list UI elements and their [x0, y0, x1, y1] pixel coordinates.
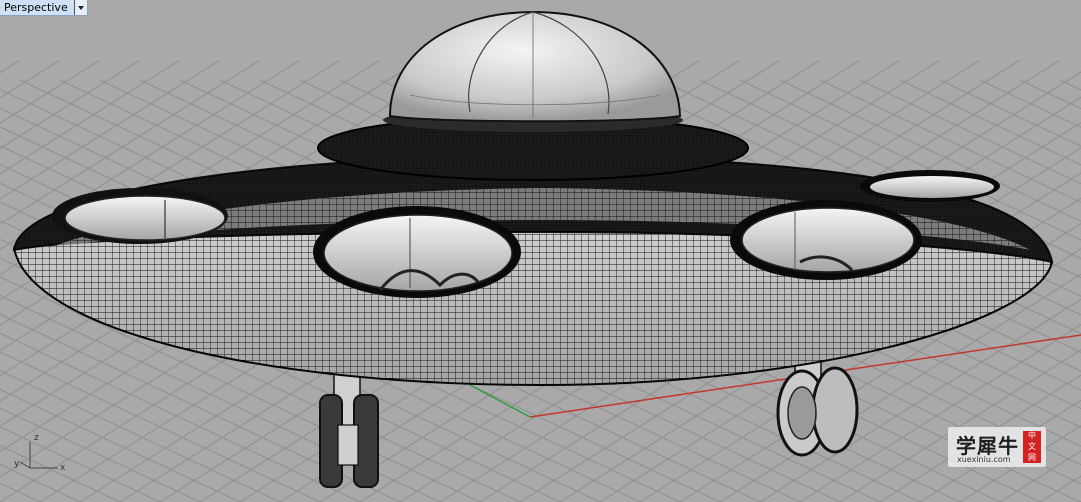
axis-z-label: z — [34, 433, 39, 443]
axis-widget: z y x — [14, 433, 66, 473]
intake-hole-right[interactable] — [730, 200, 922, 280]
ufo-model[interactable] — [12, 10, 1054, 387]
cockpit-dome[interactable] — [388, 10, 682, 123]
perspective-viewport[interactable]: z y x Perspective 学犀牛 xuexiniu.com 中 文 网 — [0, 0, 1081, 502]
intake-hole-left[interactable] — [52, 188, 228, 244]
watermark-logo: 学犀牛 xuexiniu.com 中 文 网 — [948, 427, 1046, 467]
seal-char: 中 — [1028, 431, 1036, 441]
viewport-menu-chevron-down-icon[interactable] — [73, 0, 87, 15]
watermark-seal: 中 文 网 — [1023, 431, 1041, 463]
grid-line — [0, 59, 21, 74]
axis-x-label: x — [60, 463, 66, 473]
viewport-title[interactable]: Perspective — [0, 0, 74, 15]
intake-hole-center[interactable] — [313, 206, 521, 298]
seal-char: 网 — [1028, 452, 1036, 462]
intake-hole-far-right[interactable] — [860, 170, 1000, 202]
scene-canvas[interactable]: z y x — [0, 0, 1081, 502]
axis-y-label: y — [14, 459, 20, 469]
landing-gear-left[interactable] — [319, 369, 379, 488]
viewport-title-tab[interactable]: Perspective — [0, 0, 88, 16]
seal-char: 文 — [1028, 441, 1036, 451]
watermark-site: xuexiniu.com — [957, 455, 1011, 464]
